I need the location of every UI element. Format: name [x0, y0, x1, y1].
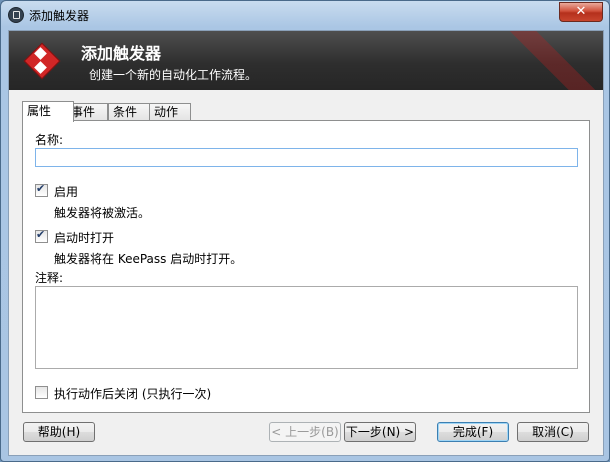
enabled-label[interactable]: 启用: [54, 183, 78, 200]
banner-decoration: [503, 31, 603, 90]
initially-on-description: 触发器将在 KeePass 启动时打开。: [54, 252, 243, 266]
add-trigger-window: 添加触发器 ✕ 添加触发器 创建一个新的自动化工作流程。 属性 事件 条件 动作…: [0, 0, 610, 462]
name-input[interactable]: [35, 148, 578, 167]
comments-textarea[interactable]: [35, 286, 578, 369]
turn-off-after-checkbox[interactable]: [35, 386, 48, 399]
banner-title: 添加触发器: [81, 44, 162, 63]
help-button[interactable]: 帮助(H): [23, 422, 95, 442]
tab-conditions[interactable]: 条件: [108, 103, 150, 121]
name-label: 名称:: [35, 133, 64, 147]
enabled-checkbox[interactable]: ✔: [35, 182, 48, 197]
lock-icon: [8, 7, 24, 23]
window-title: 添加触发器: [29, 9, 90, 23]
keepass-logo-icon: [23, 42, 61, 80]
check-icon: ✔: [36, 228, 46, 241]
enabled-description: 触发器将被激活。: [54, 206, 151, 220]
initially-on-checkbox[interactable]: ✔: [35, 228, 48, 243]
turn-off-after-label[interactable]: 执行动作后关闭 (只执行一次): [54, 385, 211, 402]
properties-panel: 名称: ✔ 启用 触发器将被激活。 ✔ 启动时打开 触发器将在 KeePass …: [22, 120, 590, 413]
title-bar[interactable]: 添加触发器 ✕: [1, 1, 609, 29]
initially-on-label[interactable]: 启动时打开: [54, 229, 114, 246]
next-button[interactable]: 下一步(N) >: [344, 422, 416, 442]
finish-button[interactable]: 完成(F): [437, 422, 509, 442]
banner-subtitle: 创建一个新的自动化工作流程。: [89, 68, 258, 82]
dialog-client-area: 添加触发器 创建一个新的自动化工作流程。 属性 事件 条件 动作 名称: ✔ 启…: [8, 30, 604, 456]
tab-actions[interactable]: 动作: [149, 103, 191, 121]
banner: 添加触发器 创建一个新的自动化工作流程。: [9, 31, 603, 90]
back-button[interactable]: < 上一步(B): [269, 422, 341, 442]
comments-label: 注释:: [35, 271, 64, 285]
check-icon: ✔: [36, 182, 46, 195]
close-button[interactable]: ✕: [559, 2, 603, 22]
cancel-button[interactable]: 取消(C): [517, 422, 589, 442]
tab-properties[interactable]: 属性: [22, 101, 74, 122]
